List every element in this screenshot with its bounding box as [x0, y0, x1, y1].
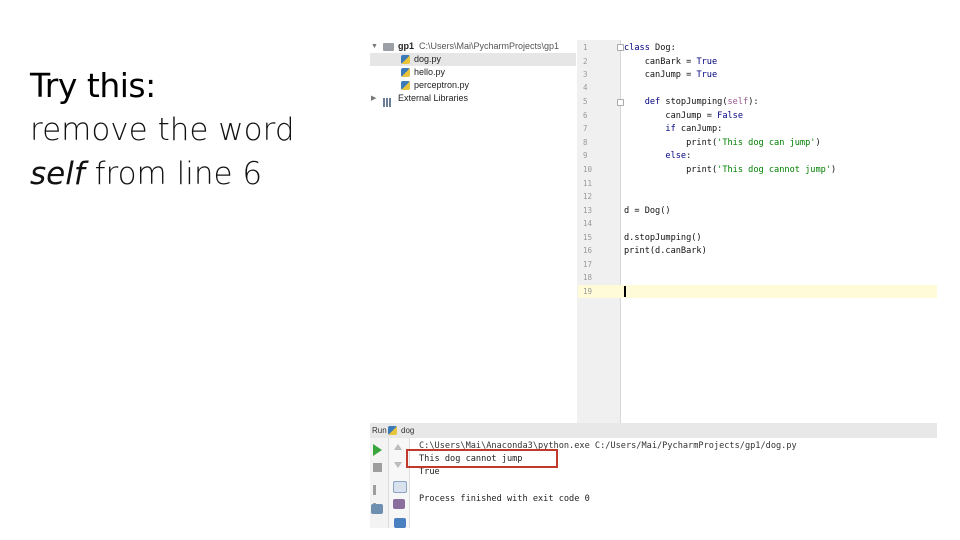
line-number: 10 — [583, 165, 593, 174]
slide-title: Try this: — [30, 66, 156, 105]
code-line-1[interactable]: class Dog: — [624, 42, 676, 55]
code-line-9[interactable]: else: — [624, 150, 691, 163]
code-text: canJump = — [624, 111, 718, 121]
project-tree: ▼ gp1 C:\Users\Mai\PycharmProjects\gp1 d… — [370, 40, 576, 107]
tree-file-hello[interactable]: hello.py — [370, 66, 576, 79]
arrow-down-icon[interactable] — [394, 462, 402, 468]
code-text: ) — [815, 138, 821, 148]
string-literal: 'This dog can jump' — [717, 138, 816, 148]
python-file-icon — [388, 426, 397, 435]
keyword: if — [624, 124, 681, 134]
line-number: 19 — [583, 287, 593, 296]
code-line-2[interactable]: canBark = True — [624, 56, 717, 69]
line-number: 16 — [583, 246, 593, 255]
line-number: 13 — [583, 206, 593, 215]
code-line-8[interactable]: print('This dog can jump') — [624, 137, 821, 150]
line-number: 11 — [583, 179, 593, 188]
slide-body-line2: self from line 6 — [30, 152, 295, 196]
self-param: self — [727, 97, 749, 107]
keyword: class — [624, 43, 656, 53]
tree-root[interactable]: ▼ gp1 C:\Users\Mai\PycharmProjects\gp1 — [370, 40, 576, 53]
slide-body: remove the word self from line 6 — [30, 108, 295, 196]
code-text: Dog: — [655, 43, 676, 53]
output-highlight-box — [406, 449, 558, 468]
print-icon[interactable] — [393, 499, 405, 509]
run-label: Run — [372, 426, 387, 435]
line-number: 14 — [583, 219, 593, 228]
slide-body-rest: from line 6 — [84, 156, 263, 192]
rerun-icon[interactable] — [373, 444, 382, 456]
tree-file-label: hello.py — [414, 67, 446, 77]
line-number: 8 — [583, 138, 588, 147]
line-number: 17 — [583, 260, 593, 269]
python-file-icon — [401, 81, 410, 90]
keyword: def — [624, 97, 666, 107]
arrow-up-icon[interactable] — [394, 444, 402, 450]
code-line-6[interactable]: canJump = False — [624, 110, 743, 123]
code-text: canBark = — [624, 57, 697, 67]
slide-body-line1: remove the word — [30, 112, 295, 148]
code-line-13[interactable]: d = Dog() — [624, 205, 671, 218]
tree-file-perceptron[interactable]: perceptron.py — [370, 79, 576, 92]
collapse-arrow-icon[interactable]: ▶ — [371, 92, 376, 105]
soft-wrap-icon[interactable] — [393, 481, 407, 493]
line-number: 5 — [583, 97, 588, 106]
tree-file-label: dog.py — [414, 54, 442, 64]
string-literal: 'This dog cannot jump' — [717, 165, 831, 175]
python-file-icon — [401, 55, 410, 64]
line-number: 18 — [583, 273, 593, 282]
keyword: True — [696, 57, 718, 67]
code-text: stopJumping( — [665, 97, 728, 107]
code-text: print( — [624, 165, 718, 175]
run-panel-header: Run dog — [370, 423, 937, 438]
line-number: 1 — [583, 43, 588, 52]
clear-icon[interactable] — [394, 518, 406, 528]
code-text: ) — [830, 165, 837, 175]
code-line-5[interactable]: def stopJumping(self): — [624, 96, 759, 109]
line-number: 3 — [583, 70, 588, 79]
dump-threads-icon[interactable] — [371, 504, 383, 514]
line-number: 7 — [583, 124, 588, 133]
run-config-tab[interactable]: dog — [401, 423, 414, 438]
keyword: True — [696, 70, 718, 80]
tree-root-path: C:\Users\Mai\PycharmProjects\gp1 — [419, 41, 560, 51]
slide-body-italic: self — [30, 156, 85, 192]
line-number: 15 — [583, 233, 593, 242]
current-line-highlight — [578, 285, 937, 298]
line-number: 2 — [583, 57, 588, 66]
tree-external-label: External Libraries — [398, 93, 469, 103]
tree-file-dog[interactable]: dog.py — [370, 53, 576, 66]
code-text: : — [686, 151, 692, 161]
code-line-7[interactable]: if canJump: — [624, 123, 722, 136]
tree-external-libraries[interactable]: ▶ External Libraries — [370, 92, 576, 107]
pause-icon[interactable] — [373, 482, 382, 513]
code-line-15[interactable]: d.stopJumping() — [624, 232, 702, 245]
line-number: 12 — [583, 192, 593, 201]
code-line-3[interactable]: canJump = True — [624, 69, 717, 82]
line-number: 9 — [583, 151, 588, 160]
stop-icon[interactable] — [373, 463, 382, 472]
code-text: canJump = — [624, 70, 697, 80]
line-number: 4 — [583, 83, 588, 92]
tree-file-label: perceptron.py — [414, 80, 470, 90]
code-text: canJump: — [680, 124, 723, 134]
folder-icon — [383, 43, 394, 51]
code-text: ): — [748, 97, 759, 107]
line-number: 6 — [583, 111, 588, 120]
fold-marker-icon[interactable] — [617, 99, 624, 106]
code-text: print( — [624, 138, 718, 148]
tree-root-name: gp1 — [398, 41, 415, 51]
expand-arrow-icon[interactable]: ▼ — [371, 40, 378, 53]
python-file-icon — [401, 68, 410, 77]
code-line-16[interactable]: print(d.canBark) — [624, 245, 707, 258]
text-caret — [624, 286, 626, 297]
keyword: else — [624, 151, 687, 161]
library-icon — [383, 94, 395, 107]
exit-message: Process finished with exit code 0 — [419, 494, 590, 504]
keyword: False — [717, 111, 744, 121]
fold-marker-icon[interactable] — [617, 44, 624, 51]
code-line-10[interactable]: print('This dog cannot jump') — [624, 164, 836, 177]
